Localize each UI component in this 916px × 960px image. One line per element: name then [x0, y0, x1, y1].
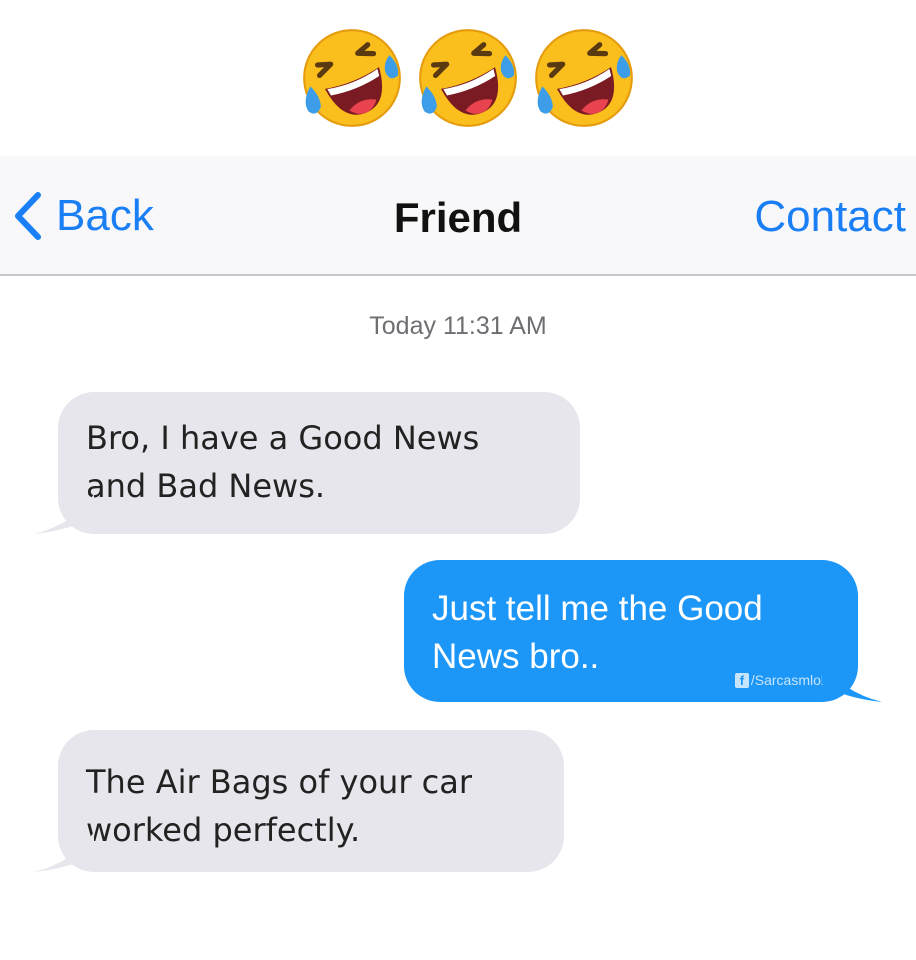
incoming-message-bubble[interactable]: Bro, I have a Good News and Bad News. — [34, 392, 580, 534]
message-line: Just tell me the Good — [432, 589, 763, 628]
back-label: Back — [56, 191, 154, 240]
message-line: Bro, I have a Good News — [86, 419, 480, 457]
outgoing-message-bubble[interactable]: Just tell me the Good News bro.. f /Sarc… — [404, 560, 882, 702]
laughing-emoji-icon — [535, 29, 633, 127]
watermark: f /Sarcasmlol — [734, 672, 824, 688]
laughing-emoji-icon — [419, 29, 517, 127]
message-line: The Air Bags of your car — [86, 763, 473, 801]
incoming-message-bubble[interactable]: The Air Bags of your car worked perfectl… — [34, 730, 564, 872]
watermark-text: /Sarcasmlol — [750, 672, 824, 688]
facebook-icon: f — [734, 672, 749, 688]
navigation-bar: Back Friend Contact — [0, 156, 916, 276]
chevron-left-icon — [15, 192, 41, 240]
bubble-tail — [34, 494, 94, 534]
laughing-emoji-icon — [303, 29, 401, 127]
bubble-tail — [34, 832, 94, 872]
back-button[interactable]: Back — [12, 186, 154, 246]
message-timestamp: Today 11:31 AM — [369, 312, 547, 340]
contact-button[interactable]: Contact — [754, 192, 906, 242]
message-line: worked perfectly. — [86, 811, 361, 849]
bubble-tail — [822, 662, 882, 702]
message-line: and Bad News. — [86, 467, 326, 505]
emoji-row — [300, 26, 640, 130]
